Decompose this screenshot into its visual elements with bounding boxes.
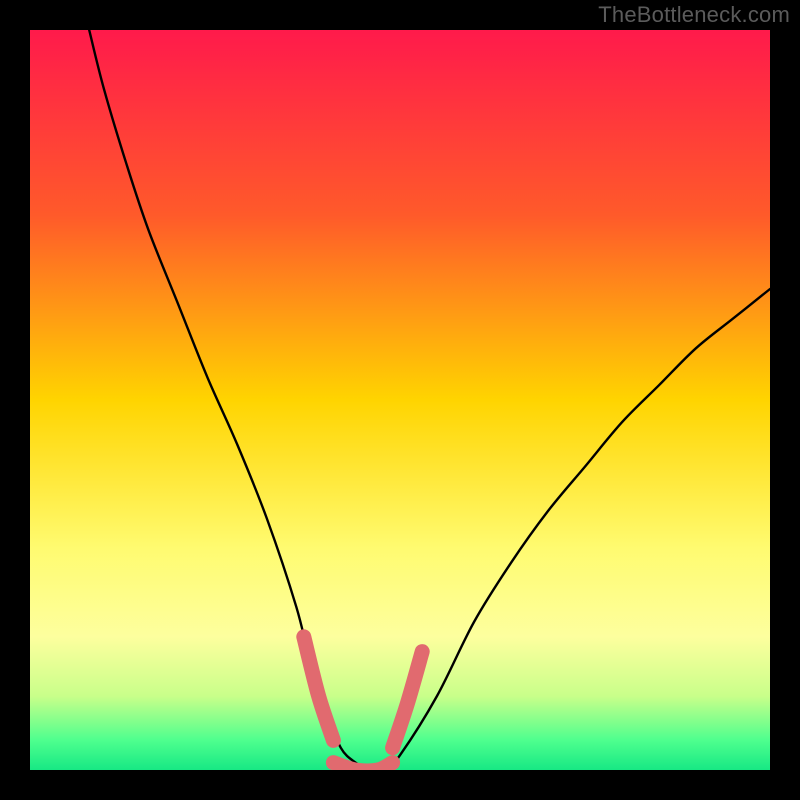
highlight-band-right xyxy=(393,652,423,748)
flat-minimum xyxy=(333,763,392,770)
bottleneck-curve xyxy=(89,30,770,770)
curve-layer xyxy=(30,30,770,770)
watermark-text: TheBottleneck.com xyxy=(598,2,790,28)
chart-canvas: TheBottleneck.com xyxy=(0,0,800,800)
plot-area xyxy=(30,30,770,770)
highlight-band-left xyxy=(304,637,334,741)
